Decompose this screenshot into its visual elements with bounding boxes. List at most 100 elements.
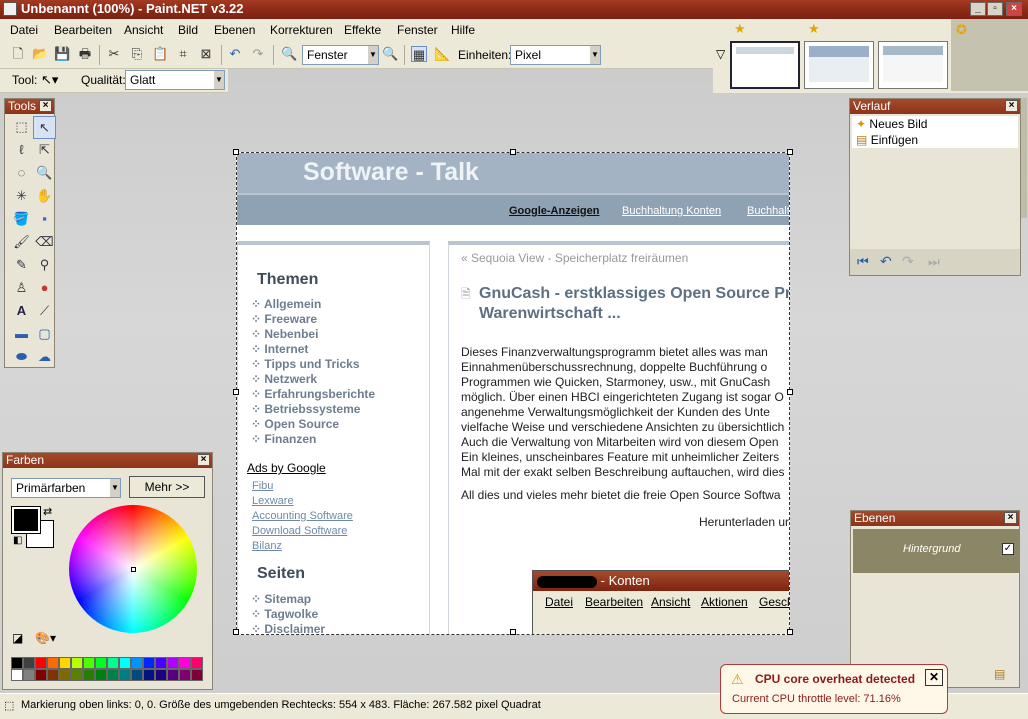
- ruler-icon[interactable]: 📐: [434, 46, 450, 62]
- menu-effekte[interactable]: Effekte: [344, 23, 381, 37]
- text-icon[interactable]: A: [10, 300, 33, 323]
- palette-swatch[interactable]: [143, 669, 155, 681]
- gradient-icon[interactable]: ▪: [33, 208, 56, 231]
- palette-swatch[interactable]: [11, 669, 23, 681]
- layer-visible-checkbox[interactable]: ✓: [1002, 543, 1014, 555]
- palette-swatch[interactable]: [35, 669, 47, 681]
- grid-icon[interactable]: ▦: [411, 46, 427, 62]
- palette-swatch[interactable]: [23, 669, 35, 681]
- history-item[interactable]: ✦ Neues Bild: [852, 116, 1018, 132]
- ellipse-select-icon[interactable]: ◌: [10, 162, 33, 185]
- menu-ansicht[interactable]: Ansicht: [124, 23, 163, 37]
- history-first-icon[interactable]: ⏮: [857, 254, 869, 270]
- maximize-button[interactable]: ▫: [987, 2, 1003, 16]
- magic-wand-icon[interactable]: ✳: [10, 185, 33, 208]
- palette-swatch[interactable]: [131, 669, 143, 681]
- palette-swatch[interactable]: [131, 657, 143, 669]
- thumbnail-active[interactable]: ✪: [951, 19, 1028, 91]
- palette-swatch[interactable]: [191, 669, 203, 681]
- history-item[interactable]: ▤ Einfügen: [852, 132, 1018, 148]
- zoom-in-icon[interactable]: 🔍: [382, 46, 398, 62]
- pencil-icon[interactable]: ✎: [10, 254, 33, 277]
- history-redo-icon[interactable]: ↷: [902, 253, 914, 270]
- palette-swatch[interactable]: [179, 669, 191, 681]
- layer-properties-icon[interactable]: ▤: [994, 667, 1005, 681]
- rounded-rect-icon[interactable]: ▢: [33, 323, 56, 346]
- menu-hilfe[interactable]: Hilfe: [451, 23, 475, 37]
- reset-colors-icon[interactable]: ◧: [13, 535, 22, 546]
- new-icon[interactable]: 🗋: [10, 46, 26, 62]
- history-undo-icon[interactable]: ↶: [880, 253, 892, 270]
- thumbnail-1[interactable]: [730, 41, 800, 89]
- zoom-icon[interactable]: 🔍: [33, 162, 56, 185]
- undo-icon[interactable]: ↶: [227, 46, 243, 62]
- layers-close-button[interactable]: ×: [1004, 512, 1017, 524]
- palette-swatch[interactable]: [35, 657, 47, 669]
- dropdown-icon[interactable]: ▽: [716, 47, 725, 61]
- colors-close-button[interactable]: ×: [197, 454, 210, 466]
- menu-fenster[interactable]: Fenster: [397, 23, 438, 37]
- swap-colors-icon[interactable]: ⇄: [43, 505, 52, 518]
- palette-swatch[interactable]: [167, 669, 179, 681]
- image-canvas[interactable]: Software - Talk Google-Anzeigen Buchhalt…: [236, 152, 790, 635]
- paste-icon[interactable]: 📋: [152, 46, 168, 62]
- menu-bearbeiten[interactable]: Bearbeiten: [54, 23, 112, 37]
- layer-row[interactable]: Hintergrund ✓: [853, 529, 1019, 573]
- thumbnail-3[interactable]: [878, 41, 948, 89]
- thumbnail-2[interactable]: [804, 41, 874, 89]
- palette-swatch[interactable]: [143, 657, 155, 669]
- palette-swatch[interactable]: [179, 657, 191, 669]
- primary-color[interactable]: [11, 506, 41, 534]
- menu-korrekturen[interactable]: Korrekturen: [270, 23, 333, 37]
- pan-icon[interactable]: ✋: [33, 185, 56, 208]
- minimize-button[interactable]: _: [970, 2, 986, 16]
- color-palette[interactable]: [11, 657, 205, 681]
- rectangle-icon[interactable]: ▬: [10, 323, 33, 346]
- line-icon[interactable]: ⟋: [33, 300, 56, 323]
- palette-menu-icon[interactable]: 🎨▾: [35, 631, 56, 645]
- recolor-icon[interactable]: ●: [33, 277, 56, 300]
- cut-icon[interactable]: ✂: [106, 46, 122, 62]
- freeform-icon[interactable]: ☁: [33, 346, 56, 369]
- zoom-out-icon[interactable]: 🔍: [281, 46, 297, 62]
- palette-swatch[interactable]: [191, 657, 203, 669]
- bucket-icon[interactable]: 🪣: [10, 208, 33, 231]
- print-icon[interactable]: 🖶: [77, 46, 93, 62]
- palette-swatch[interactable]: [83, 669, 95, 681]
- toast-close-button[interactable]: ✕: [925, 669, 943, 686]
- history-last-icon[interactable]: ⏭: [928, 254, 940, 270]
- redo-icon[interactable]: ↷: [250, 46, 266, 62]
- deselect-icon[interactable]: ⊠: [198, 46, 214, 62]
- tool-select-icon[interactable]: ↖▾: [41, 72, 58, 88]
- color-wheel[interactable]: [69, 505, 197, 633]
- menu-ebenen[interactable]: Ebenen: [214, 23, 255, 37]
- palette-swatch[interactable]: [155, 669, 167, 681]
- color-picker-icon[interactable]: ◪: [12, 631, 23, 645]
- palette-swatch[interactable]: [23, 657, 35, 669]
- palette-swatch[interactable]: [71, 657, 83, 669]
- palette-swatch[interactable]: [71, 669, 83, 681]
- brush-icon[interactable]: 🖌: [10, 231, 33, 254]
- canvas-area[interactable]: Software - Talk Google-Anzeigen Buchhalt…: [233, 149, 793, 636]
- palette-swatch[interactable]: [47, 669, 59, 681]
- clone-icon[interactable]: ♙: [10, 277, 33, 300]
- palette-swatch[interactable]: [155, 657, 167, 669]
- lasso-icon[interactable]: ℓ: [10, 139, 33, 162]
- palette-swatch[interactable]: [107, 657, 119, 669]
- palette-swatch[interactable]: [167, 657, 179, 669]
- more-button[interactable]: Mehr >>: [129, 476, 205, 498]
- palette-swatch[interactable]: [119, 669, 131, 681]
- palette-swatch[interactable]: [95, 669, 107, 681]
- open-icon[interactable]: 📂: [32, 46, 48, 62]
- ellipse-icon[interactable]: ⬬: [10, 346, 33, 369]
- eraser-icon[interactable]: ⌫: [33, 231, 56, 254]
- rect-select-icon[interactable]: ⬚: [10, 116, 33, 139]
- palette-swatch[interactable]: [47, 657, 59, 669]
- palette-swatch[interactable]: [83, 657, 95, 669]
- copy-icon[interactable]: ⎘: [129, 46, 145, 62]
- palette-swatch[interactable]: [59, 669, 71, 681]
- crop-icon[interactable]: ⌗: [175, 46, 191, 62]
- palette-swatch[interactable]: [119, 657, 131, 669]
- close-button[interactable]: ×: [1006, 2, 1022, 16]
- save-icon[interactable]: 💾: [54, 46, 70, 62]
